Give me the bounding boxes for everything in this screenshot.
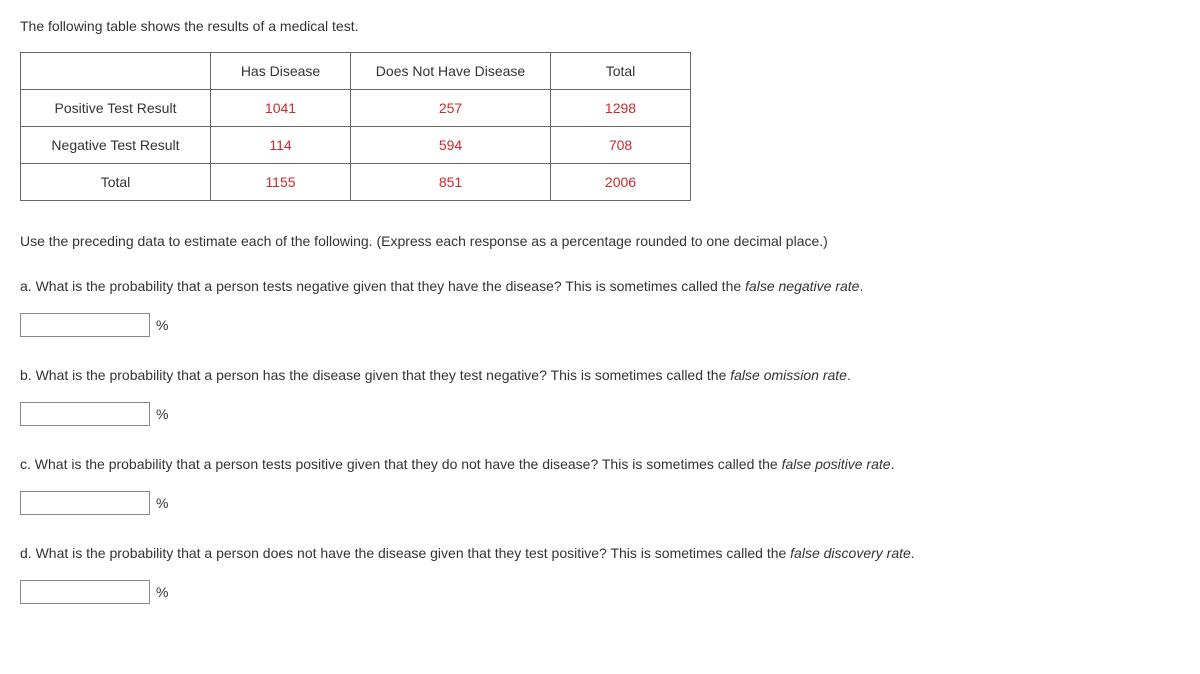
question-a-text: a. What is the probability that a person… [20, 278, 745, 294]
cell-value: 2006 [551, 164, 691, 201]
question-b-suffix: . [847, 367, 851, 383]
answer-input-c[interactable] [20, 491, 150, 515]
question-d: d. What is the probability that a person… [20, 543, 1180, 564]
question-c-text: c. What is the probability that a person… [20, 456, 782, 472]
cell-value: 257 [351, 90, 551, 127]
question-c: c. What is the probability that a person… [20, 454, 1180, 475]
cell-value: 708 [551, 127, 691, 164]
table-row: Total 1155 851 2006 [21, 164, 691, 201]
cell-value: 114 [211, 127, 351, 164]
results-table: Has Disease Does Not Have Disease Total … [20, 52, 691, 201]
row-label-total: Total [21, 164, 211, 201]
table-header-no-disease: Does Not Have Disease [351, 53, 551, 90]
unit-label: % [156, 406, 168, 422]
answer-row-d: % [20, 580, 1180, 604]
question-d-suffix: . [911, 545, 915, 561]
question-a-term: false negative rate [745, 278, 859, 294]
answer-row-c: % [20, 491, 1180, 515]
question-a-suffix: . [859, 278, 863, 294]
question-b: b. What is the probability that a person… [20, 365, 1180, 386]
question-c-term: false positive rate [782, 456, 891, 472]
table-row: Negative Test Result 114 594 708 [21, 127, 691, 164]
question-d-term: false discovery rate [790, 545, 911, 561]
question-d-text: d. What is the probability that a person… [20, 545, 790, 561]
answer-row-b: % [20, 402, 1180, 426]
unit-label: % [156, 495, 168, 511]
table-header-blank [21, 53, 211, 90]
instructions-text: Use the preceding data to estimate each … [20, 231, 1180, 252]
question-b-text: b. What is the probability that a person… [20, 367, 730, 383]
unit-label: % [156, 317, 168, 333]
cell-value: 1298 [551, 90, 691, 127]
cell-value: 851 [351, 164, 551, 201]
table-row: Positive Test Result 1041 257 1298 [21, 90, 691, 127]
table-header-total: Total [551, 53, 691, 90]
cell-value: 1041 [211, 90, 351, 127]
unit-label: % [156, 584, 168, 600]
question-b-term: false omission rate [730, 367, 847, 383]
table-header-has-disease: Has Disease [211, 53, 351, 90]
answer-input-d[interactable] [20, 580, 150, 604]
intro-text: The following table shows the results of… [20, 18, 1180, 34]
question-c-suffix: . [891, 456, 895, 472]
answer-row-a: % [20, 313, 1180, 337]
cell-value: 1155 [211, 164, 351, 201]
table-header-row: Has Disease Does Not Have Disease Total [21, 53, 691, 90]
row-label-positive: Positive Test Result [21, 90, 211, 127]
cell-value: 594 [351, 127, 551, 164]
row-label-negative: Negative Test Result [21, 127, 211, 164]
answer-input-b[interactable] [20, 402, 150, 426]
question-a: a. What is the probability that a person… [20, 276, 1180, 297]
answer-input-a[interactable] [20, 313, 150, 337]
